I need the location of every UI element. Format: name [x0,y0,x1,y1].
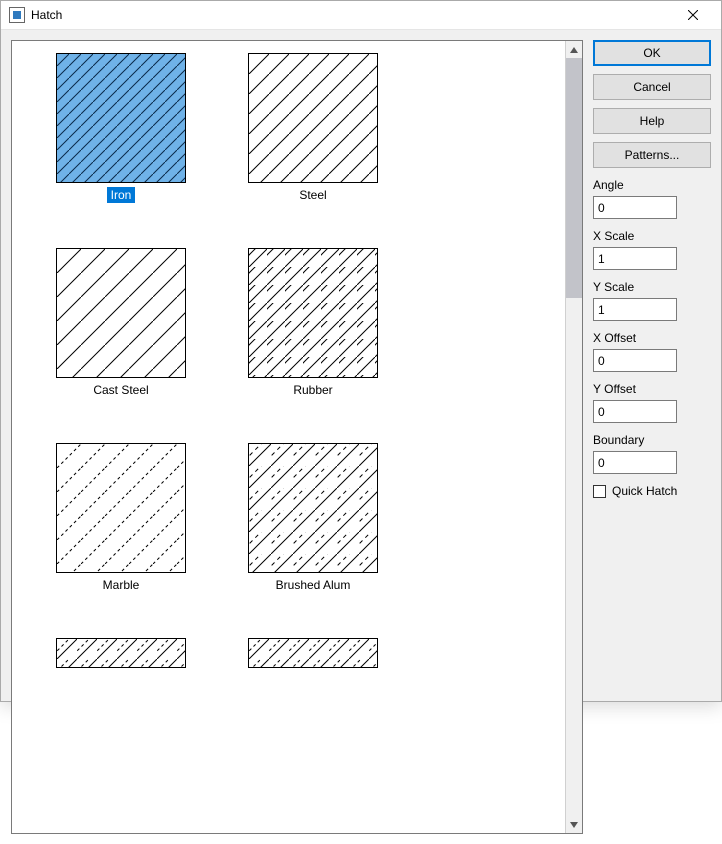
gallery-scrollbar[interactable] [565,41,582,833]
pattern-tile-brushed-alum[interactable]: Brushed Alum [218,437,408,632]
pattern-gallery[interactable]: Iron Steel Cast Steel [12,41,565,833]
window-title: Hatch [31,8,62,22]
pattern-swatch [56,443,186,573]
ok-button[interactable]: OK [593,40,711,66]
scroll-up-icon[interactable] [566,41,582,58]
side-panel: OK Cancel Help Patterns... Angle X Scale… [593,40,711,834]
pattern-label: Marble [99,577,144,593]
scroll-thumb[interactable] [566,58,582,298]
scroll-down-icon[interactable] [566,816,582,833]
pattern-swatch [56,248,186,378]
pattern-swatch [248,53,378,183]
pattern-tile-rubber[interactable]: Rubber [218,242,408,437]
pattern-label: Cast Steel [89,382,152,398]
pattern-tile-cast-steel[interactable]: Cast Steel [26,242,216,437]
pattern-label: Iron [107,187,136,203]
close-icon [688,10,698,20]
xscale-label: X Scale [593,229,711,243]
cancel-button[interactable]: Cancel [593,74,711,100]
xscale-input[interactable] [593,247,677,270]
pattern-gallery-panel: Iron Steel Cast Steel [11,40,583,834]
pattern-label: Rubber [289,382,336,398]
titlebar: Hatch [1,1,721,30]
xoffset-label: X Offset [593,331,711,345]
pattern-swatch [248,443,378,573]
pattern-label: Steel [295,187,330,203]
pattern-swatch [248,638,378,668]
boundary-label: Boundary [593,433,711,447]
quick-hatch-checkbox[interactable] [593,485,606,498]
xoffset-input[interactable] [593,349,677,372]
pattern-tile[interactable] [218,632,408,827]
patterns-button[interactable]: Patterns... [593,142,711,168]
pattern-swatch [248,248,378,378]
pattern-tile-marble[interactable]: Marble [26,437,216,632]
hatch-dialog: Hatch [0,0,722,702]
yoffset-input[interactable] [593,400,677,423]
pattern-label: Brushed Alum [272,577,355,593]
yoffset-label: Y Offset [593,382,711,396]
help-button[interactable]: Help [593,108,711,134]
pattern-swatch [56,638,186,668]
yscale-label: Y Scale [593,280,711,294]
pattern-swatch [56,53,186,183]
quick-hatch-label: Quick Hatch [612,484,677,498]
pattern-tile-steel[interactable]: Steel [218,47,408,242]
angle-input[interactable] [593,196,677,219]
app-icon [9,7,25,23]
angle-label: Angle [593,178,711,192]
close-button[interactable] [671,1,715,29]
boundary-input[interactable] [593,451,677,474]
yscale-input[interactable] [593,298,677,321]
pattern-tile-iron[interactable]: Iron [26,47,216,242]
pattern-tile[interactable] [26,632,216,827]
